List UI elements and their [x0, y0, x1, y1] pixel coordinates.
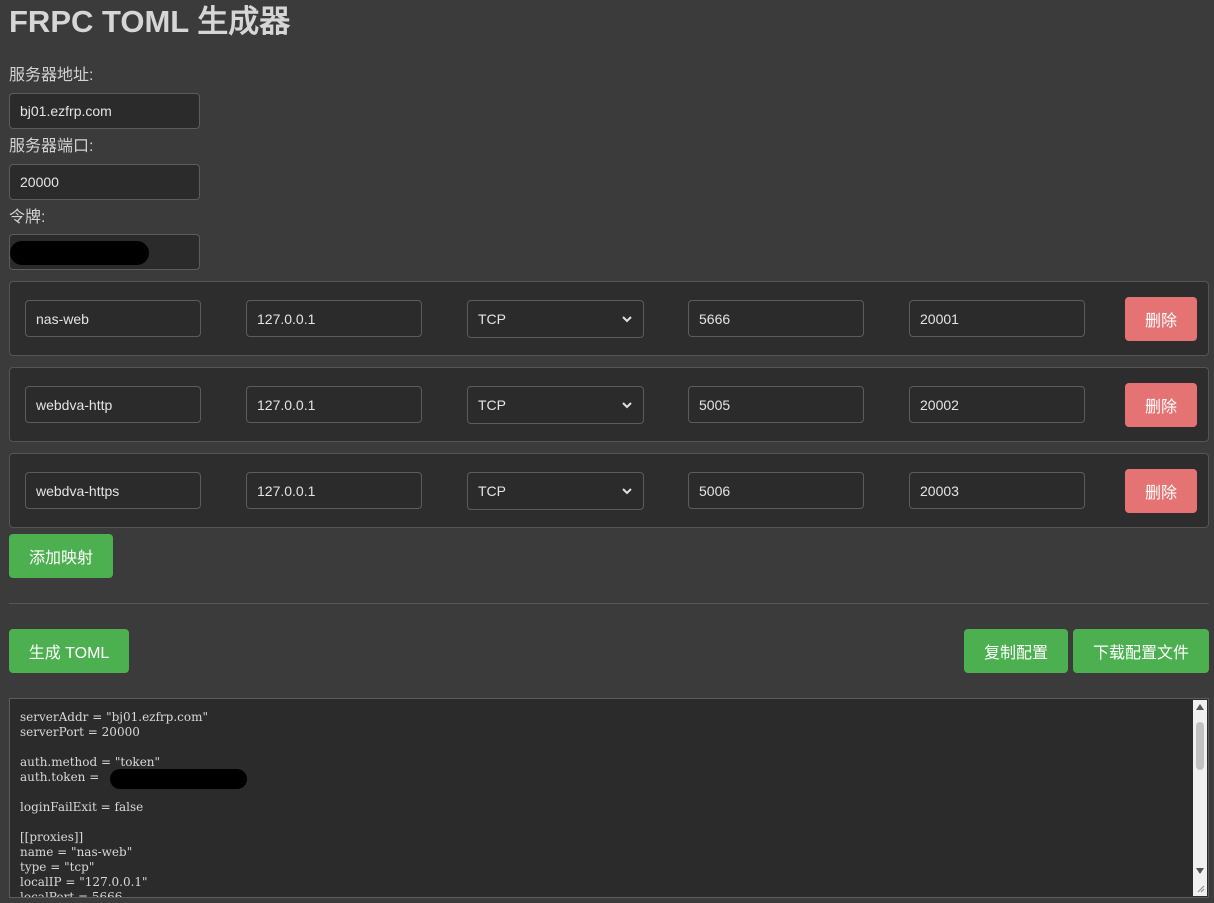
mapping-local-ip-input[interactable]: [246, 472, 422, 509]
server-port-input[interactable]: [9, 164, 200, 200]
mapping-row: TCP 删除: [9, 367, 1209, 442]
mapping-protocol-value: TCP: [478, 397, 506, 413]
toml-output-text: serverAddr = "bj01.ezfrp.com" serverPort…: [20, 710, 209, 898]
mapping-local-port-input[interactable]: [688, 472, 864, 509]
resize-grip-icon[interactable]: [1193, 881, 1207, 895]
toml-output-textarea[interactable]: serverAddr = "bj01.ezfrp.com" serverPort…: [9, 698, 1209, 898]
delete-mapping-button[interactable]: 删除: [1125, 469, 1197, 513]
chevron-down-icon: [622, 402, 632, 409]
token-redaction: [10, 241, 149, 265]
mapping-name-input[interactable]: [25, 472, 201, 509]
token-label: 令牌:: [9, 209, 46, 226]
mapping-protocol-value: TCP: [478, 483, 506, 499]
delete-mapping-button[interactable]: 删除: [1125, 297, 1197, 341]
server-address-input[interactable]: [9, 93, 200, 129]
triangle-up-icon[interactable]: [1193, 700, 1207, 714]
chevron-down-icon: [622, 316, 632, 323]
mapping-remote-port-input[interactable]: [909, 300, 1085, 337]
mapping-row: TCP 删除: [9, 453, 1209, 528]
mapping-local-ip-input[interactable]: [246, 386, 422, 423]
mapping-name-input[interactable]: [25, 300, 201, 337]
add-mapping-button[interactable]: 添加映射: [9, 534, 113, 578]
mapping-remote-port-input[interactable]: [909, 472, 1085, 509]
mapping-protocol-value: TCP: [478, 311, 506, 327]
mapping-local-port-input[interactable]: [688, 386, 864, 423]
token-output-redaction: [110, 769, 247, 789]
page: FRPC TOML 生成器 服务器地址: 服务器端口: 令牌: TCP 删除 T…: [0, 0, 1214, 903]
page-title: FRPC TOML 生成器: [9, 4, 291, 39]
mapping-local-ip-input[interactable]: [246, 300, 422, 337]
server-address-label: 服务器地址:: [9, 67, 94, 84]
mapping-local-port-input[interactable]: [688, 300, 864, 337]
mapping-protocol-select[interactable]: TCP: [467, 300, 644, 338]
mapping-protocol-select[interactable]: TCP: [467, 472, 644, 510]
mapping-row: TCP 删除: [9, 281, 1209, 356]
triangle-down-icon[interactable]: [1193, 864, 1207, 878]
divider: [9, 603, 1209, 604]
output-scrollbar[interactable]: [1193, 700, 1207, 896]
delete-mapping-button[interactable]: 删除: [1125, 383, 1197, 427]
chevron-down-icon: [622, 488, 632, 495]
download-config-button[interactable]: 下载配置文件: [1073, 629, 1209, 673]
copy-config-button[interactable]: 复制配置: [964, 629, 1068, 673]
server-port-label: 服务器端口:: [9, 138, 94, 155]
generate-toml-button[interactable]: 生成 TOML: [9, 629, 129, 673]
scrollbar-thumb[interactable]: [1196, 722, 1204, 770]
mapping-remote-port-input[interactable]: [909, 386, 1085, 423]
mapping-name-input[interactable]: [25, 386, 201, 423]
mapping-protocol-select[interactable]: TCP: [467, 386, 644, 424]
